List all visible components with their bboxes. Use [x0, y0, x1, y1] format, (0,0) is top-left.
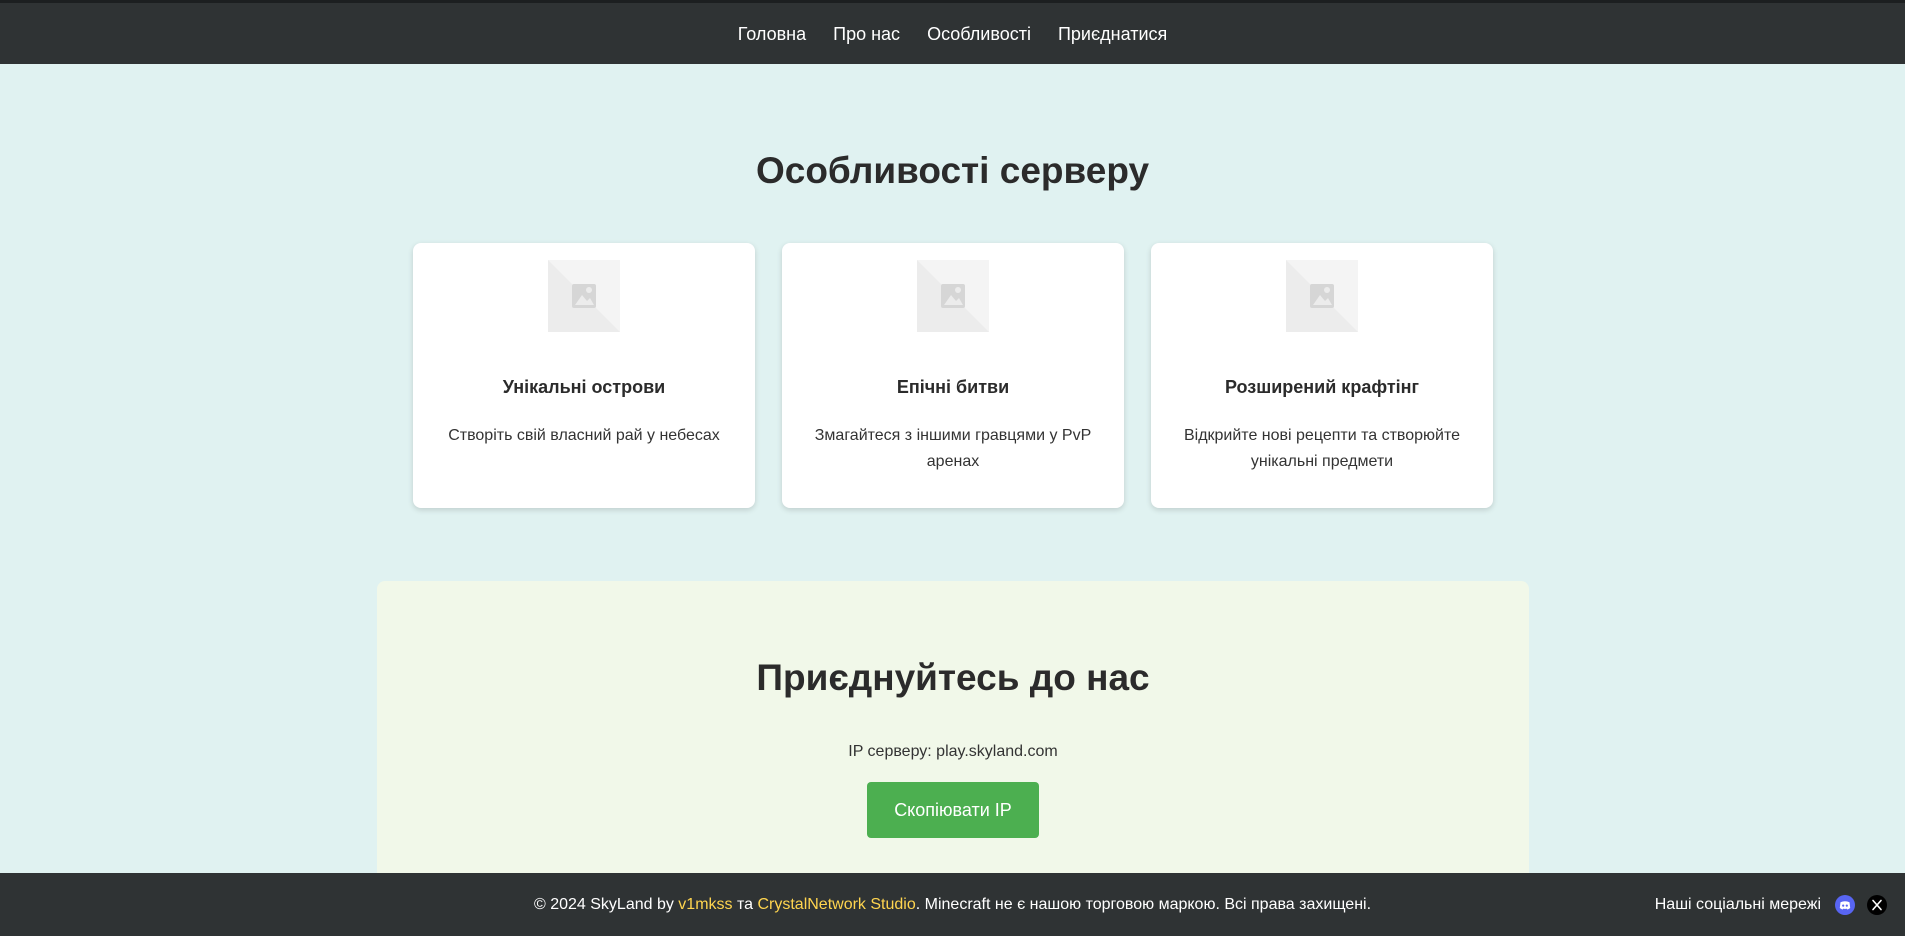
card-title: Епічні битви — [896, 377, 1010, 397]
image-placeholder-icon — [1286, 260, 1358, 332]
nav-link-about[interactable]: Про нас — [820, 4, 914, 64]
social-label: Наші соціальні мережі — [1654, 895, 1821, 913]
nav-link-features[interactable]: Особливості — [914, 4, 1045, 64]
social-links: Наші соціальні мережі — [1655, 873, 1887, 936]
copyright-suffix: . Minecraft не є нашою торговою маркою. … — [915, 896, 1372, 913]
feature-cards: Унікальні острови Створіть свій власний … — [413, 243, 1493, 508]
footer: © 2024 SkyLand by v1mkss та CrystalNetwo… — [0, 873, 1905, 936]
card-text: Змагайтеся з іншими гравцями у PvP арена… — [814, 427, 1092, 470]
card-text: Створіть свій власний рай у небесах — [448, 427, 720, 444]
features-title: Особливості серверу — [755, 150, 1150, 191]
card-text: Відкрийте нові рецепти та створюйте унік… — [1183, 427, 1461, 470]
join-title: Приєднуйтесь до нас — [756, 657, 1150, 698]
footer-copyright: © 2024 SkyLand by v1mkss та CrystalNetwo… — [0, 873, 1905, 936]
copy-ip-button[interactable]: Скопіювати IP — [867, 782, 1039, 838]
top-nav: Головна Про нас Особливості Приєднатися — [0, 0, 1905, 64]
feature-card-crafting: Розширений крафтінг Відкрийте нові рецеп… — [1151, 243, 1493, 508]
server-ip-text: IP серверу: play.skyland.com — [848, 743, 1058, 760]
feature-card-islands: Унікальні острови Створіть свій власний … — [413, 243, 755, 508]
image-placeholder-icon — [917, 260, 989, 332]
image-placeholder-icon — [548, 260, 620, 332]
copyright-and: та — [732, 896, 758, 913]
copyright-prefix: © 2024 SkyLand by — [533, 896, 679, 913]
author-link-crystalnetwork[interactable]: CrystalNetwork Studio — [757, 896, 915, 913]
author-link-v1mkss[interactable]: v1mkss — [678, 896, 732, 913]
nav-link-home[interactable]: Головна — [724, 4, 819, 64]
discord-icon[interactable] — [1835, 894, 1855, 915]
feature-card-battles: Епічні битви Змагайтеся з іншими гравцям… — [782, 243, 1124, 508]
page: Головна Про нас Особливості Приєднатися … — [0, 0, 1905, 936]
card-title: Унікальні острови — [502, 377, 666, 397]
nav-link-join[interactable]: Приєднатися — [1044, 4, 1180, 64]
x-icon[interactable] — [1867, 894, 1887, 915]
card-title: Розширений крафтінг — [1224, 377, 1420, 397]
